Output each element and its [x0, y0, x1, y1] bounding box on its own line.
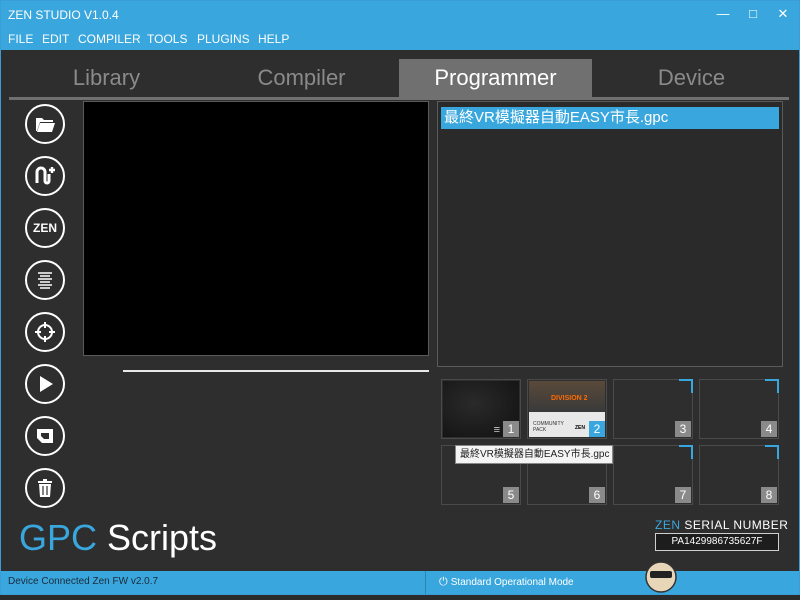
add-script-button[interactable] [25, 156, 65, 196]
open-folder-button[interactable] [25, 104, 65, 144]
thumb-zen: ZEN [575, 425, 585, 431]
device-display [83, 101, 429, 356]
memory-slot-8[interactable]: 8 [699, 445, 779, 505]
tab-underline [9, 97, 789, 100]
play-button[interactable] [25, 364, 65, 404]
memory-slot-1[interactable]: ≡ 1 [441, 379, 521, 439]
slot-number: 5 [503, 487, 519, 503]
tab-programmer[interactable]: Programmer [399, 59, 592, 97]
connection-status: Device Connected Zen FW v2.0.7 [8, 576, 159, 587]
target-button[interactable] [25, 312, 65, 352]
serial-number-label: ZEN SERIAL NUMBER [655, 518, 788, 532]
slot-corner [765, 445, 779, 459]
maximize-button[interactable]: □ [738, 3, 768, 25]
list-icon [38, 272, 52, 289]
tab-device[interactable]: Device [594, 59, 789, 97]
script-file-list: 最終VR模擬器自動EASY市長.gpc [437, 101, 783, 367]
delete-button[interactable] [25, 468, 65, 508]
zen-button[interactable]: ZEN [25, 208, 65, 248]
brand-scripts: Scripts [97, 517, 218, 558]
gpc-scripts-logo: GPC Scripts [19, 517, 217, 559]
window-title: ZEN STUDIO V1.0.4 [8, 8, 119, 22]
slot-corner [679, 445, 693, 459]
add-script-icon [35, 166, 55, 185]
zen-studio-window: ZEN STUDIO V1.0.4 — □ ✕ FILE EDIT COMPIL… [0, 0, 800, 595]
target-icon [35, 322, 55, 342]
close-button[interactable]: ✕ [768, 3, 798, 25]
file-item-selected[interactable]: 最終VR模擬器自動EASY市長.gpc [441, 107, 779, 129]
serial-number-value: PA142998673562​7F [655, 533, 779, 551]
status-divider [425, 571, 426, 594]
mode-status: ⏻ Standard Operational Mode [439, 576, 574, 589]
brand-gpc: GPC [19, 517, 98, 558]
menu-tools[interactable]: TOOLS [147, 32, 187, 46]
device-button[interactable] [25, 416, 65, 456]
slot-number: 3 [675, 421, 691, 437]
device-icon [37, 429, 53, 443]
memory-slot-3[interactable]: 3 [613, 379, 693, 439]
slot-number: 6 [589, 487, 605, 503]
slot-corner [765, 379, 779, 393]
memory-slot-7[interactable]: 7 [613, 445, 693, 505]
tab-library[interactable]: Library [9, 59, 204, 97]
menu-plugins[interactable]: PLUGINS [197, 32, 250, 46]
slot-corner [679, 379, 693, 393]
serial-zen: ZEN [655, 518, 681, 532]
watermark-logo [641, 557, 796, 595]
mode-text: Standard Operational Mode [450, 577, 574, 588]
trash-icon [38, 479, 52, 497]
memory-slot-2[interactable]: DIVISION 2 COMMUNITY PACK ZEN 2 [527, 379, 607, 439]
zen-icon: ZEN [33, 221, 57, 235]
list-button[interactable] [25, 260, 65, 300]
play-icon [40, 376, 53, 392]
minimize-button[interactable]: — [708, 3, 738, 25]
main-tabs: Library Compiler Programmer Device [9, 59, 789, 97]
serial-label-text: SERIAL NUMBER [680, 518, 789, 532]
progress-bar [123, 370, 429, 372]
tab-compiler[interactable]: Compiler [204, 59, 399, 97]
menu-bar: FILE EDIT COMPILER TOOLS PLUGINS HELP [1, 28, 799, 50]
thumb-subtitle: COMMUNITY PACK [533, 421, 564, 433]
mode-icon: ⏻ [439, 576, 451, 588]
menu-icon[interactable]: ≡ [494, 424, 500, 436]
menu-edit[interactable]: EDIT [42, 32, 69, 46]
slot-number: 7 [675, 487, 691, 503]
drag-tooltip: 最終VR模擬器自動EASY市長.gpc [455, 445, 613, 464]
slot-number: 1 [503, 421, 519, 437]
slot-number: 8 [761, 487, 777, 503]
thumb-title: DIVISION 2 [551, 395, 588, 402]
slot-number: 4 [761, 421, 777, 437]
watermark-mascot-icon [645, 561, 677, 593]
slot-number: 2 [589, 421, 605, 437]
memory-slot-4[interactable]: 4 [699, 379, 779, 439]
menu-compiler[interactable]: COMPILER [78, 32, 141, 46]
title-bar: ZEN STUDIO V1.0.4 — □ ✕ [1, 1, 799, 28]
menu-file[interactable]: FILE [8, 32, 33, 46]
folder-open-icon [36, 118, 55, 132]
menu-help[interactable]: HELP [258, 32, 289, 46]
